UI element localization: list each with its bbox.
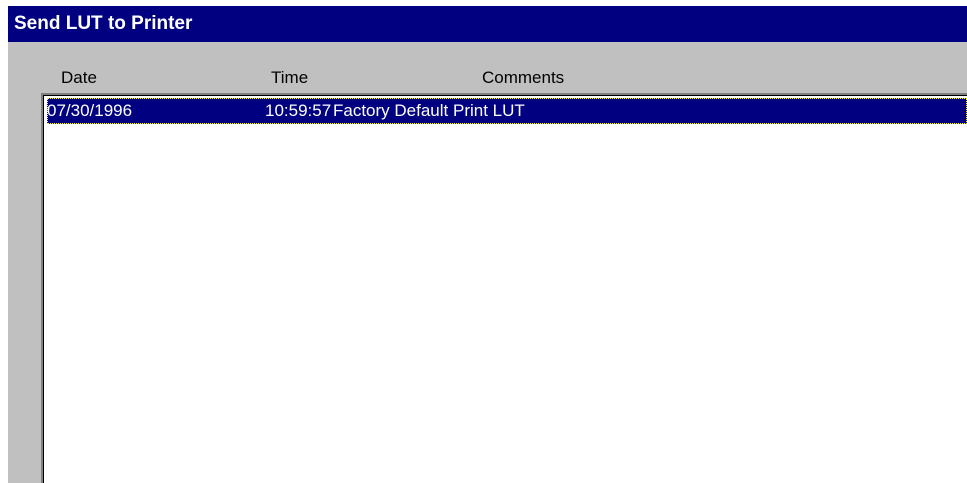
dialog-title: Send LUT to Printer: [14, 13, 193, 34]
dialog-title-bar[interactable]: Send LUT to Printer: [8, 6, 967, 42]
column-header-time[interactable]: Time: [271, 63, 308, 93]
list-item-comments: Factory Default Print LUT: [333, 101, 525, 120]
column-header-comments[interactable]: Comments: [482, 63, 564, 93]
list-item-date: 07/30/1996: [47, 101, 133, 120]
list-header: Date Time Comments: [8, 63, 967, 93]
column-header-date[interactable]: Date: [61, 63, 97, 93]
send-lut-dialog: Send LUT to Printer Date Time Comments 0…: [8, 6, 967, 483]
lut-list[interactable]: 07/30/1996 10:59:57 Factory Default Prin…: [41, 93, 967, 483]
list-item-time: 10:59:57: [265, 101, 332, 120]
list-item[interactable]: 07/30/1996 10:59:57 Factory Default Prin…: [47, 98, 967, 124]
